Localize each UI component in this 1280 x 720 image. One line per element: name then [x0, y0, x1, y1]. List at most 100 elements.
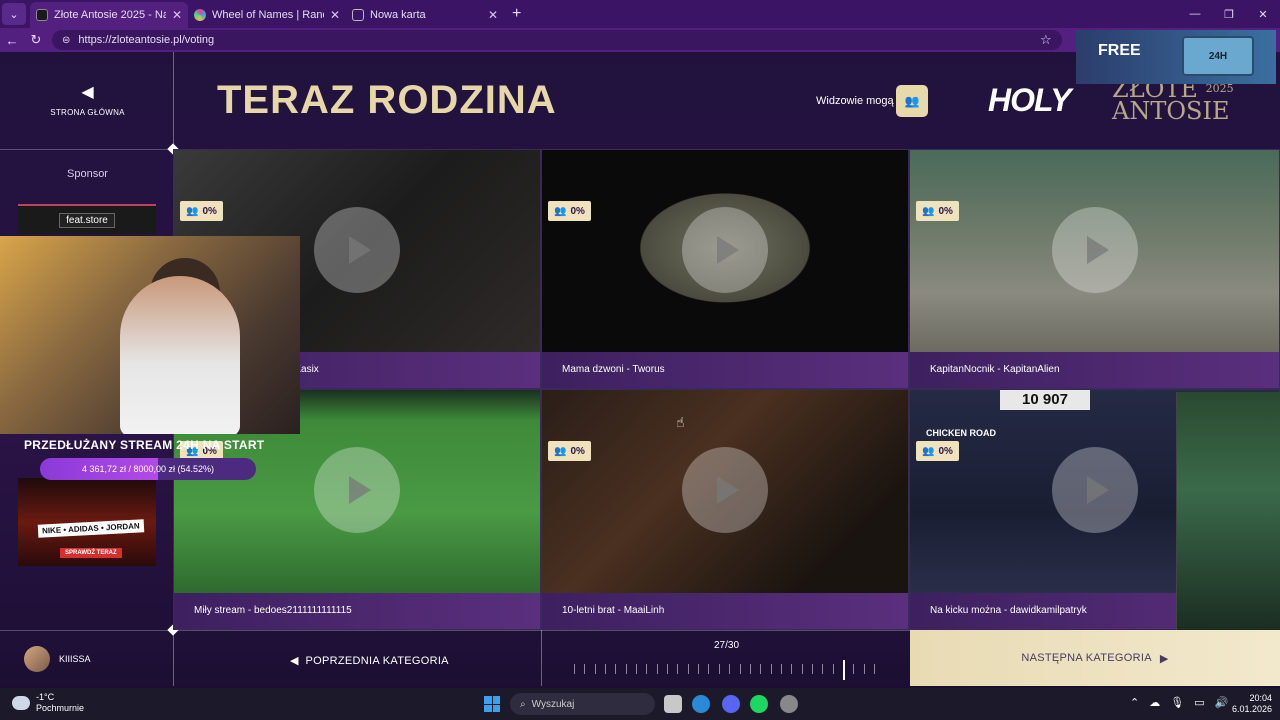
vote-percent-badge: 👥 0% — [180, 201, 223, 221]
sponsor-cta: SPRAWDŹ TERAZ — [60, 548, 122, 558]
streamer-webcam — [0, 236, 300, 434]
nominee-tile-3[interactable]: 👥 0% KapitanNocnik - KapitanAlien — [909, 149, 1280, 389]
windows-start-icon[interactable] — [484, 696, 500, 712]
tab-new-tab[interactable]: Nowa karta ✕ — [346, 2, 504, 28]
users-icon: 👥 — [186, 205, 199, 217]
vote-percent: 0% — [570, 205, 585, 217]
search-placeholder: Wyszukaj — [531, 698, 575, 710]
close-tab-icon[interactable]: ✕ — [172, 8, 182, 22]
stream-counter: 10 907 — [1000, 390, 1090, 410]
progress-tick — [594, 664, 596, 674]
progress-tick — [780, 664, 782, 674]
home-button[interactable]: ◀ STRONA GŁÓWNA — [40, 82, 135, 117]
category-title: TERAZ RODZINA — [217, 78, 557, 122]
grid-divider — [541, 630, 542, 686]
maximize-icon[interactable]: ❐ — [1212, 0, 1246, 28]
clock-time: 20:04 — [1249, 693, 1273, 703]
progress-tick — [832, 664, 834, 674]
site-info-icon[interactable]: ⊜ — [62, 35, 70, 46]
avatar[interactable] — [24, 646, 50, 672]
previous-category-label: POPRZEDNIA KATEGORIA — [305, 655, 449, 667]
taskbar-search[interactable]: ⌕ Wyszukaj — [510, 693, 655, 715]
progress-tick — [739, 664, 741, 674]
game-label: CHICKEN ROAD — [926, 428, 997, 438]
weather-widget[interactable]: -1°C Pochmurnie — [12, 692, 84, 714]
minimize-icon[interactable]: — — [1178, 0, 1212, 28]
voting-page: ◀ STRONA GŁÓWNA TERAZ RODZINA Widzowie m… — [0, 30, 1280, 686]
ad-box-label: 24H — [1208, 50, 1228, 62]
file-explorer-icon[interactable] — [664, 695, 682, 713]
window-controls: — ❐ ✕ — [1178, 0, 1280, 28]
bookmark-star-icon[interactable]: ☆ — [1040, 32, 1052, 48]
sponsor-store-banner[interactable]: feat.store — [18, 204, 156, 234]
back-icon[interactable]: ← — [0, 33, 24, 48]
progress-tick — [718, 664, 720, 674]
close-window-icon[interactable]: ✕ — [1246, 0, 1280, 28]
close-tab-icon[interactable]: ✕ — [488, 8, 498, 22]
play-icon[interactable] — [1051, 447, 1138, 533]
vote-percent-badge: 👥 0% — [916, 201, 959, 221]
progress-tick — [708, 664, 710, 674]
windows-taskbar: -1°C Pochmurnie ⌕ Wyszukaj ⌃ ☁ 🎙 ▭ 🔊 20:0… — [0, 688, 1280, 720]
progress-tick — [811, 664, 813, 674]
app-icon[interactable] — [780, 695, 798, 713]
progress-tick — [667, 664, 669, 674]
nominee-tile-5[interactable]: 👥 0% 10-letni brat - MaaiLinh — [541, 389, 909, 630]
category-progress-text: 27/30 — [714, 640, 740, 651]
progress-tick-current — [842, 660, 845, 680]
nominee-caption: Mama dzwoni - Tworus — [542, 352, 908, 388]
close-tab-icon[interactable]: ✕ — [330, 8, 340, 22]
arrow-right-icon: ▶ — [1159, 652, 1169, 665]
vote-percent: 0% — [202, 205, 217, 217]
ad-banner[interactable]: FREE 24H — [1076, 30, 1276, 84]
taskbar-clock[interactable]: 20:04 6.01.2026 — [1232, 693, 1272, 715]
next-category-label: NASTĘPNA KATEGORIA — [1021, 652, 1152, 664]
reload-icon[interactable]: ↻ — [24, 32, 48, 48]
sponsor-shoe-ad[interactable]: NIKE • ADIDAS • JORDAN SPRAWDŹ TERAZ — [18, 478, 156, 566]
tab-wheel-of-names[interactable]: Wheel of Names | Random name p ✕ — [188, 2, 346, 28]
next-category-button[interactable]: NASTĘPNA KATEGORIA ▶ — [910, 630, 1280, 686]
user-name: KIIISSA — [59, 654, 91, 664]
tab-favicon-icon — [194, 9, 206, 21]
progress-tick — [874, 664, 875, 674]
streamer-webcam-right — [1176, 392, 1280, 638]
play-icon[interactable] — [682, 447, 768, 533]
new-tab-icon[interactable]: + — [512, 5, 521, 23]
sponsor-store-name: feat.store — [59, 212, 115, 228]
arrow-left-icon: ◀ — [81, 84, 94, 101]
url-field[interactable]: ⊜ https://zloteantosie.pl/voting — [52, 30, 1062, 50]
vote-percent: 0% — [570, 445, 585, 457]
microphone-icon[interactable]: 🎙 — [1170, 696, 1184, 709]
play-icon[interactable] — [682, 207, 768, 293]
progress-tick — [801, 664, 803, 674]
donation-goal-bar: 4 361,72 zł / 8000,00 zł (54.52%) — [40, 458, 256, 480]
discord-icon[interactable] — [722, 695, 740, 713]
spotify-icon[interactable] — [750, 695, 768, 713]
tab-zlote-antosie[interactable]: Złote Antosie 2025 - Największy P ✕ — [30, 2, 188, 28]
viewers-button[interactable]: 👥 — [896, 85, 928, 117]
progress-tick — [615, 664, 617, 674]
network-icon[interactable]: ▭ — [1194, 696, 1204, 709]
vote-percent: 0% — [938, 445, 953, 457]
nominee-caption: 10-letni brat - MaaiLinh — [542, 593, 908, 629]
system-tray: ⌃ ☁ 🎙 ▭ 🔊 — [1130, 696, 1228, 709]
page-footer: KIIISSA ◀ POPRZEDNIA KATEGORIA 27/30 NAS… — [0, 630, 1280, 686]
cloud-icon[interactable]: ☁ — [1149, 696, 1160, 709]
vote-percent-badge: 👥 0% — [548, 201, 591, 221]
progress-tick — [677, 664, 679, 674]
previous-category-button[interactable]: ◀ POPRZEDNIA KATEGORIA — [290, 654, 449, 667]
progress-tick — [584, 664, 586, 674]
volume-icon[interactable]: 🔊 — [1215, 696, 1229, 709]
edge-icon[interactable] — [692, 695, 710, 713]
users-icon: 👥 — [904, 94, 920, 108]
progress-tick — [749, 664, 751, 674]
play-icon[interactable] — [314, 207, 400, 293]
nominee-tile-2[interactable]: 👥 0% Mama dzwoni - Tworus — [541, 149, 909, 389]
play-icon[interactable] — [314, 447, 400, 533]
nominee-caption: Miły stream - bedoes2111111111115 — [174, 593, 540, 629]
chevron-up-icon[interactable]: ⌃ — [1130, 696, 1139, 709]
play-icon[interactable] — [1051, 207, 1138, 293]
tab-list-button[interactable]: ⌄ — [2, 3, 26, 25]
vote-percent: 0% — [938, 205, 953, 217]
users-icon: 👥 — [554, 445, 567, 457]
